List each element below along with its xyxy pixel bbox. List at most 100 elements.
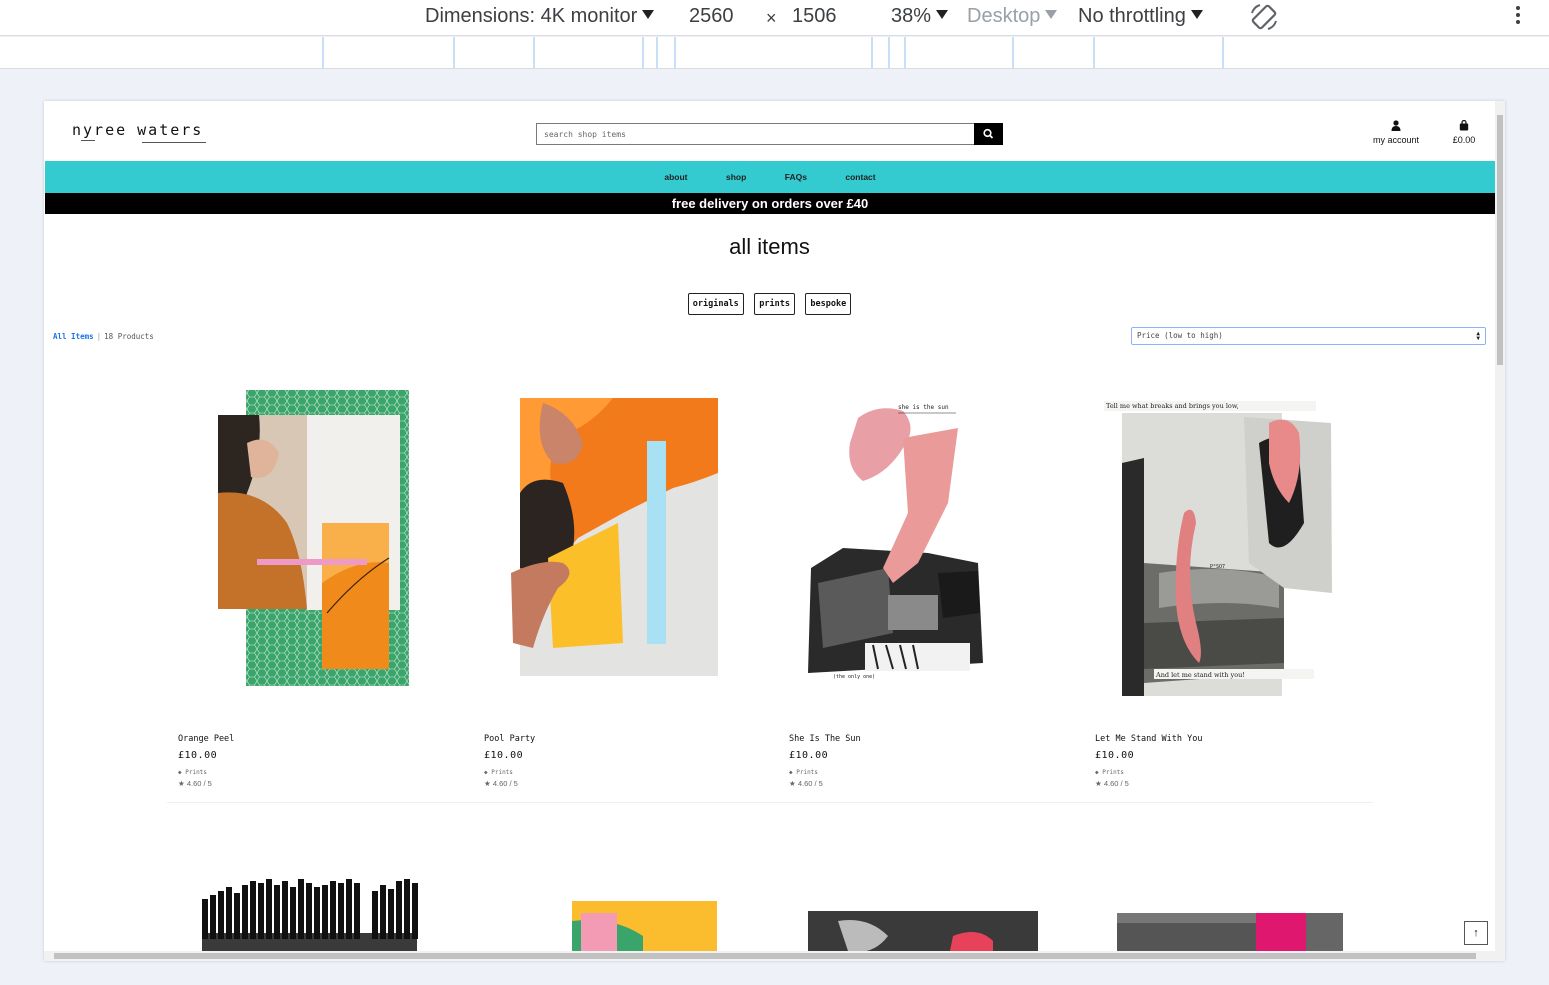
product-category-label: Prints [796, 769, 818, 776]
device-type-dropdown[interactable]: Desktop [967, 3, 1058, 29]
product-card-partial[interactable] [778, 861, 1068, 961]
nav-contact[interactable]: contact [845, 161, 875, 193]
media-query-marker[interactable] [904, 37, 906, 68]
breadcrumb-separator: | [96, 332, 102, 341]
product-name[interactable]: Pool Party [484, 734, 778, 744]
art-stand-mid: P°SO7 [1210, 564, 1225, 570]
product-card-partial[interactable] [167, 861, 457, 961]
caret-down-icon [1190, 10, 1203, 19]
product-image [572, 901, 717, 961]
scrollbar-thumb[interactable] [54, 953, 1476, 959]
height-input[interactable]: 1506 [792, 3, 837, 29]
logo-word-2: waters [137, 121, 204, 139]
product-name[interactable]: She Is The Sun [789, 734, 1083, 744]
my-account-link[interactable]: my account [1366, 120, 1426, 145]
product-category[interactable]: ◆ Prints [178, 769, 472, 776]
media-query-marker[interactable] [322, 37, 324, 68]
product-image[interactable]: she is the sun (the only one) [778, 373, 1068, 713]
product-category-label: Prints [185, 769, 207, 776]
media-query-marker[interactable] [1093, 37, 1095, 68]
product-image[interactable] [473, 373, 763, 713]
product-card[interactable]: she is the sun (the only one) She Is The… [778, 373, 1083, 788]
cart-link[interactable]: £0.00 [1444, 119, 1484, 145]
user-icon [1366, 120, 1426, 132]
art-sun-top: she is the sun [898, 404, 949, 411]
product-rating: ★ 4.60 / 5 [789, 779, 1083, 788]
media-query-marker[interactable] [642, 37, 644, 68]
product-rating: ★ 4.60 / 5 [1095, 779, 1389, 788]
select-arrows-icon: ▲ ▼ [1476, 330, 1480, 342]
back-to-top-button[interactable]: ↑ [1464, 921, 1488, 945]
product-category-label: Prints [491, 769, 513, 776]
media-query-marker[interactable] [656, 37, 658, 68]
product-price: £10.00 [1095, 750, 1135, 761]
zoom-dropdown[interactable]: 38% [891, 3, 949, 29]
emulated-viewport: nyree waters my account £0.00 about shop … [44, 101, 1505, 961]
page-title: all items [729, 234, 810, 259]
throttling-dropdown[interactable]: No throttling [1078, 3, 1203, 29]
horizontal-scrollbar[interactable] [44, 951, 1495, 961]
product-card[interactable]: Tell me what breaks and brings you low, … [1084, 373, 1389, 788]
site-logo[interactable]: nyree waters [72, 121, 203, 139]
product-name[interactable]: Orange Peel [178, 734, 472, 744]
breadcrumb: All Items | 18 Products [53, 332, 154, 341]
nav-faqs[interactable]: FAQs [785, 161, 807, 193]
search-button[interactable] [974, 123, 1003, 145]
product-rating-value: 4.60 / 5 [797, 779, 823, 788]
shopping-bag-icon [1444, 119, 1484, 132]
product-image[interactable]: Tell me what breaks and brings you low, … [1084, 373, 1374, 713]
media-query-marker[interactable] [1012, 37, 1014, 68]
star-icon: ★ [178, 779, 187, 788]
rotate-icon[interactable] [1248, 1, 1280, 38]
category-originals-button[interactable]: originals [687, 293, 744, 315]
media-query-marker[interactable] [674, 37, 676, 68]
breadcrumb-all-items[interactable]: All Items [53, 332, 94, 341]
category-filter: originals prints bespoke [44, 293, 1495, 315]
row-divider [167, 802, 1373, 803]
product-card[interactable]: Orange Peel £10.00 ◆ Prints ★ 4.60 / 5 [167, 373, 472, 788]
sort-value: Price (low to high) [1137, 331, 1223, 340]
product-card-partial[interactable] [1084, 861, 1374, 961]
scrollbar-thumb[interactable] [1497, 115, 1503, 365]
nav-about[interactable]: about [664, 161, 687, 193]
my-account-label: my account [1372, 135, 1420, 145]
product-rating: ★ 4.60 / 5 [178, 779, 472, 788]
star-icon: ★ [1095, 779, 1104, 788]
product-rating-value: 4.60 / 5 [186, 779, 212, 788]
product-category[interactable]: ◆ Prints [484, 769, 778, 776]
nav-shop[interactable]: shop [726, 161, 746, 193]
product-name[interactable]: Let Me Stand With You [1095, 734, 1389, 744]
more-options-icon[interactable] [1512, 6, 1524, 28]
zoom-value: 38% [891, 5, 932, 27]
sort-select[interactable]: Price (low to high) ▲ ▼ [1131, 327, 1486, 345]
category-prints-button[interactable]: prints [754, 293, 795, 315]
product-price: £10.00 [484, 750, 524, 761]
dimensions-dropdown[interactable]: Dimensions: 4K monitor [425, 3, 655, 29]
media-query-marker[interactable] [1222, 37, 1224, 68]
product-rating: ★ 4.60 / 5 [484, 779, 778, 788]
product-card[interactable]: Pool Party £10.00 ◆ Prints ★ 4.60 / 5 [473, 373, 778, 788]
device-type-value: Desktop [967, 5, 1041, 27]
product-category[interactable]: ◆ Prints [789, 769, 1083, 776]
art-stand-bottom: And let me stand with you! [1155, 671, 1245, 679]
media-query-marker[interactable] [871, 37, 873, 68]
times-sign: × [766, 8, 777, 28]
product-image [202, 879, 418, 961]
vertical-scrollbar[interactable] [1495, 101, 1505, 961]
product-image[interactable] [167, 373, 457, 713]
star-icon: ★ [789, 779, 798, 788]
product-rating-value: 4.60 / 5 [1103, 779, 1129, 788]
product-card-partial[interactable] [473, 861, 763, 961]
media-query-marker[interactable] [888, 37, 890, 68]
product-category[interactable]: ◆ Prints [1095, 769, 1389, 776]
dimensions-label: Dimensions: 4K monitor [425, 5, 638, 27]
media-query-marker[interactable] [453, 37, 455, 68]
search-input[interactable] [536, 123, 976, 145]
cart-total: £0.00 [1452, 135, 1476, 145]
category-bespoke-button[interactable]: bespoke [805, 293, 852, 315]
media-query-marker[interactable] [533, 37, 535, 68]
logo-underline [81, 140, 95, 141]
star-icon: ★ [484, 779, 493, 788]
width-input[interactable]: 2560 [689, 3, 734, 29]
devtools-device-toolbar: Dimensions: 4K monitor 2560 × 1506 38% D… [0, 0, 1549, 36]
